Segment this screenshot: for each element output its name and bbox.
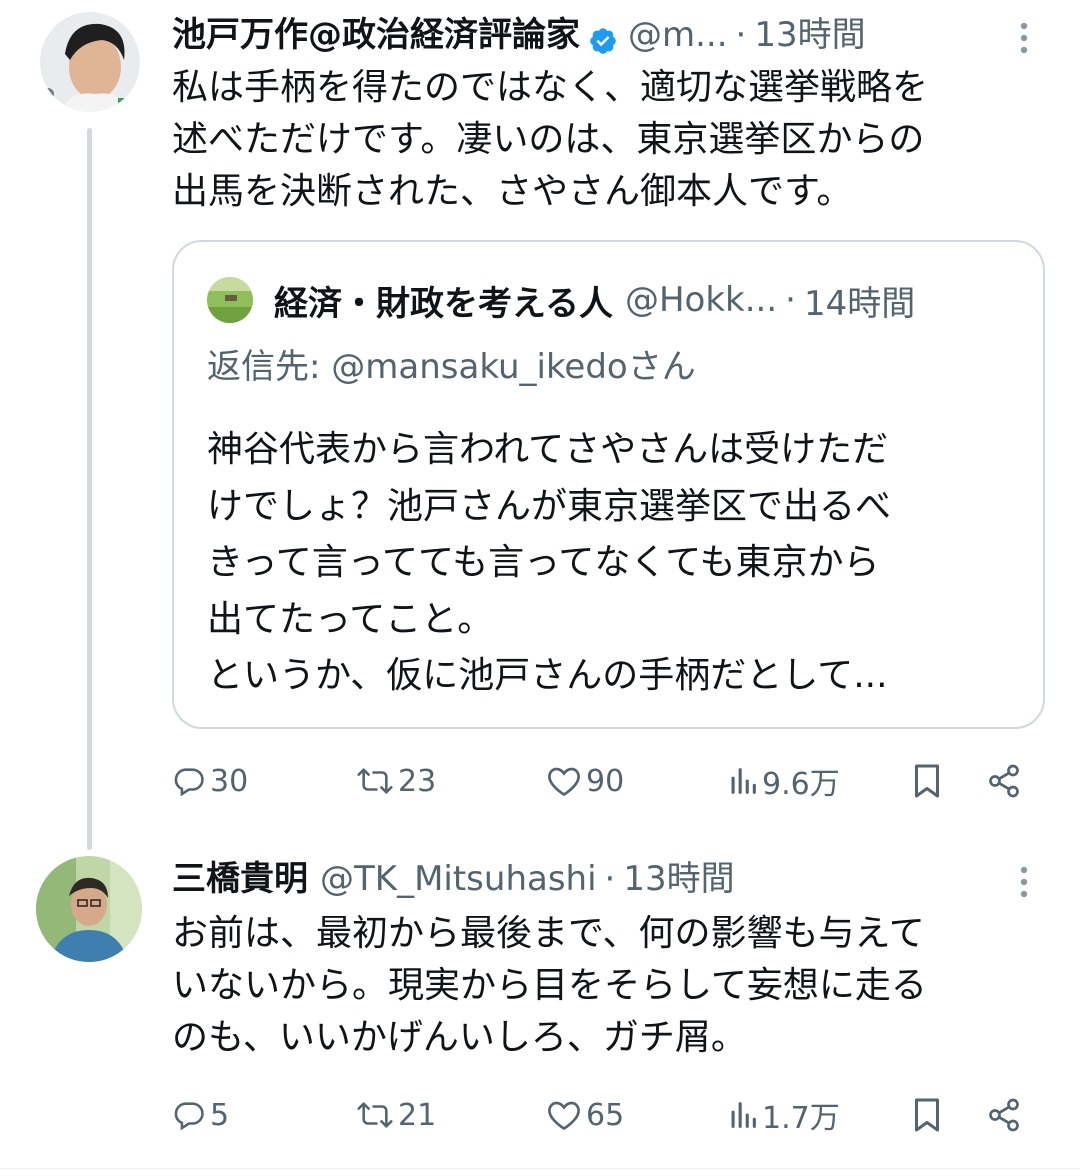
bookmark-button[interactable] bbox=[912, 1090, 942, 1140]
retweet-count: 21 bbox=[398, 1097, 437, 1133]
quoted-tweet-text: 神谷代表から言われてさやさんは受けただ けでしょ？池戸さんが東京選挙区で出るべ … bbox=[207, 429, 892, 696]
avatar[interactable] bbox=[40, 12, 140, 112]
views-button[interactable]: 9.6万 bbox=[728, 756, 840, 806]
retweet-icon bbox=[356, 1098, 394, 1132]
reply-button[interactable]: 5 bbox=[172, 1090, 229, 1140]
reply-icon bbox=[172, 1098, 206, 1132]
author-name[interactable]: 池戸万作@政治経済評論家 bbox=[172, 10, 580, 60]
share-button[interactable] bbox=[986, 756, 1022, 806]
author-handle[interactable]: @TK_Mitsuhashi bbox=[320, 854, 597, 904]
views-icon bbox=[728, 1098, 758, 1132]
views-count: 1.7万 bbox=[762, 1101, 840, 1136]
reply-context: 返信先: @mansaku_ikedoさん bbox=[207, 339, 696, 388]
tweet-actions: 30 23 90 9.6万 bbox=[172, 756, 1032, 806]
more-icon[interactable] bbox=[1018, 864, 1030, 900]
reply-mention[interactable]: @mansaku_ikedo bbox=[331, 347, 627, 387]
share-icon bbox=[986, 763, 1022, 799]
verified-badge-icon bbox=[588, 20, 618, 54]
thread-connector-line bbox=[87, 128, 92, 850]
views-button[interactable]: 1.7万 bbox=[728, 1090, 840, 1140]
retweet-count: 23 bbox=[398, 763, 437, 799]
retweet-button[interactable]: 21 bbox=[356, 1090, 436, 1140]
bookmark-button[interactable] bbox=[912, 756, 942, 806]
quoted-avatar[interactable] bbox=[207, 277, 253, 323]
more-icon[interactable] bbox=[1018, 20, 1030, 56]
author-handle[interactable]: @m... bbox=[628, 10, 728, 60]
like-button[interactable]: 90 bbox=[546, 756, 624, 806]
retweet-icon bbox=[356, 764, 394, 798]
share-icon bbox=[986, 1097, 1022, 1133]
reply-icon bbox=[172, 764, 206, 798]
quoted-tweet-card[interactable]: 経済・財政を考える人 @Hokk... · 14時間 返信先: @mansaku… bbox=[172, 240, 1045, 729]
separator-dot: · bbox=[735, 15, 747, 55]
separator-dot: · bbox=[785, 280, 796, 320]
bottom-divider bbox=[0, 1168, 1080, 1169]
avatar[interactable] bbox=[36, 856, 142, 962]
tweet-header: 池戸万作@政治経済評論家 @m... · 13時間 bbox=[172, 10, 866, 60]
reply-prefix: 返信先: bbox=[207, 347, 332, 387]
share-button[interactable] bbox=[986, 1090, 1022, 1140]
author-name[interactable]: 三橋貴明 bbox=[172, 854, 308, 904]
tweet-text: お前は、最初から最後まで、何の影響も与えて いないから。現実から目をそらして妄想… bbox=[172, 913, 927, 1058]
timestamp[interactable]: 13時間 bbox=[754, 10, 865, 60]
reply-count: 5 bbox=[210, 1097, 230, 1133]
tweet-text: 私は手柄を得たのではなく、適切な選挙戦略を 述べただけです。凄いのは、東京選挙区… bbox=[172, 67, 929, 212]
tweet-header: 三橋貴明 @TK_Mitsuhashi · 13時間 bbox=[172, 854, 735, 904]
bookmark-icon bbox=[912, 763, 942, 799]
quoted-timestamp: 14時間 bbox=[803, 283, 916, 324]
tweet-actions: 5 21 65 1.7万 bbox=[172, 1090, 1032, 1140]
separator-dot: · bbox=[604, 859, 616, 899]
reply-suffix: さん bbox=[627, 347, 696, 387]
heart-icon bbox=[546, 1098, 582, 1132]
reply-count: 30 bbox=[210, 763, 249, 799]
like-button[interactable]: 65 bbox=[546, 1090, 624, 1140]
bookmark-icon bbox=[912, 1097, 942, 1133]
views-icon bbox=[728, 764, 758, 798]
reply-button[interactable]: 30 bbox=[172, 756, 248, 806]
timestamp[interactable]: 13時間 bbox=[623, 854, 734, 904]
heart-icon bbox=[546, 764, 582, 798]
views-count: 9.6万 bbox=[762, 767, 840, 802]
quoted-tweet-header: 経済・財政を考える人 @Hokk... · 14時間 bbox=[274, 275, 915, 325]
quoted-author-handle[interactable]: @Hokk... bbox=[625, 280, 777, 320]
retweet-button[interactable]: 23 bbox=[356, 756, 436, 806]
quoted-author-name[interactable]: 経済・財政を考える人 bbox=[274, 276, 613, 325]
like-count: 65 bbox=[586, 1097, 625, 1133]
like-count: 90 bbox=[586, 763, 625, 799]
